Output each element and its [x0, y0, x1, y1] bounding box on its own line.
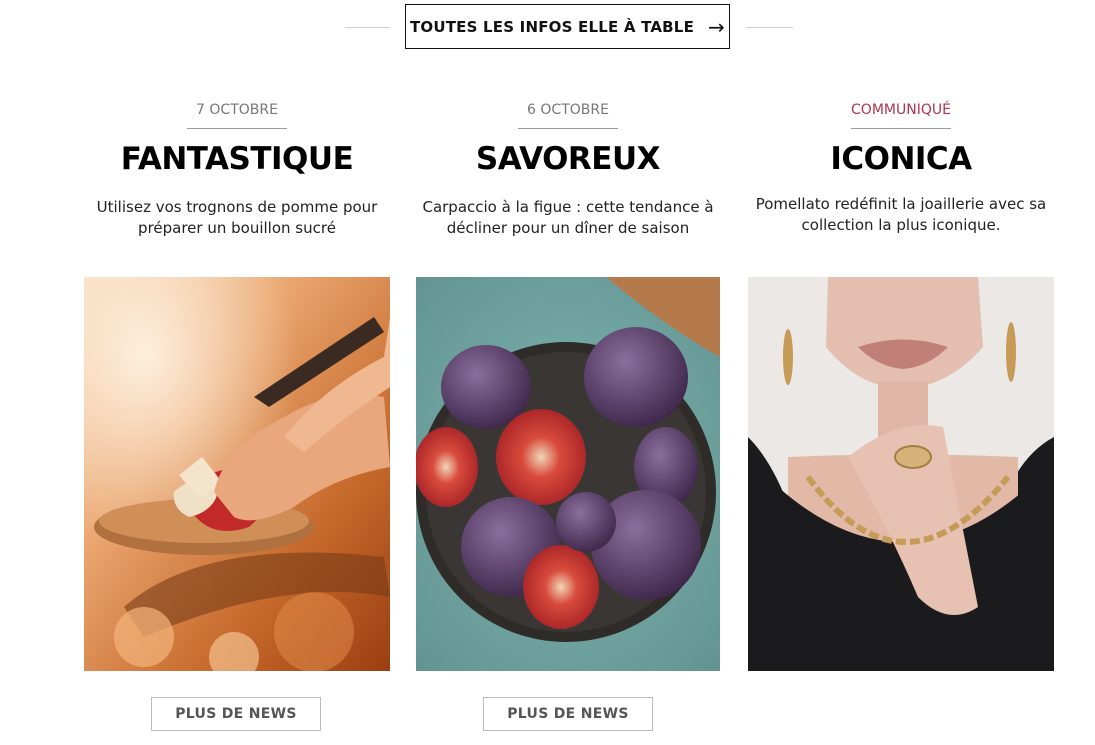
sponsored-label: COMMUNIQUÉ — [851, 102, 951, 118]
article-image-jewelry[interactable] — [748, 277, 1054, 671]
article-image-figs[interactable] — [416, 277, 720, 671]
card-description-line: Pomellato redéfinit la joaillerie avec s… — [755, 195, 1047, 213]
card-title[interactable]: SAVOREUX — [416, 139, 720, 179]
header-divider-left — [345, 27, 390, 28]
card-description[interactable]: Utilisez vos trognons de pomme pour prép… — [84, 197, 390, 239]
card-date: 6 OCTOBRE — [527, 102, 609, 118]
all-news-label: TOUTES LES INFOS ELLE À TABLE — [409, 17, 695, 36]
card-date-divider — [518, 128, 618, 129]
card-description-line: décliner pour un dîner de saison — [446, 219, 690, 237]
more-news-button[interactable]: PLUS DE NEWS — [151, 697, 321, 731]
card-date-divider — [187, 128, 287, 129]
card-description-line: Carpaccio à la figue : cette tendance à — [422, 198, 714, 216]
card-title[interactable]: FANTASTIQUE — [84, 139, 390, 179]
all-news-button[interactable]: TOUTES LES INFOS ELLE À TABLE → — [405, 4, 730, 49]
card-title[interactable]: ICONICA — [748, 139, 1054, 179]
card-description[interactable]: Pomellato redéfinit la joaillerie avec s… — [748, 194, 1054, 236]
jewelry-model-photo — [748, 277, 1054, 671]
arrow-right-icon: → — [708, 14, 725, 39]
article-card-2: 6 OCTOBRE SAVOREUX Carpaccio à la figue … — [416, 100, 720, 239]
article-card-1: 7 OCTOBRE FANTASTIQUE Utilisez vos trogn… — [84, 100, 390, 239]
card-date: 7 OCTOBRE — [196, 102, 278, 118]
card-description-line: collection la plus iconique. — [801, 216, 1001, 234]
article-card-3: COMMUNIQUÉ ICONICA Pomellato redéfinit l… — [748, 100, 1054, 236]
card-date-divider — [851, 128, 951, 129]
article-image-apple[interactable] — [84, 277, 390, 671]
header-divider-right — [746, 27, 793, 28]
card-description-line: Utilisez vos trognons de pomme pour — [96, 198, 378, 216]
more-news-button[interactable]: PLUS DE NEWS — [483, 697, 653, 731]
card-description[interactable]: Carpaccio à la figue : cette tendance à … — [416, 197, 720, 239]
figs-bowl-photo — [416, 277, 720, 671]
apple-cutting-photo — [84, 277, 390, 671]
card-description-line: préparer un bouillon sucré — [138, 219, 336, 237]
